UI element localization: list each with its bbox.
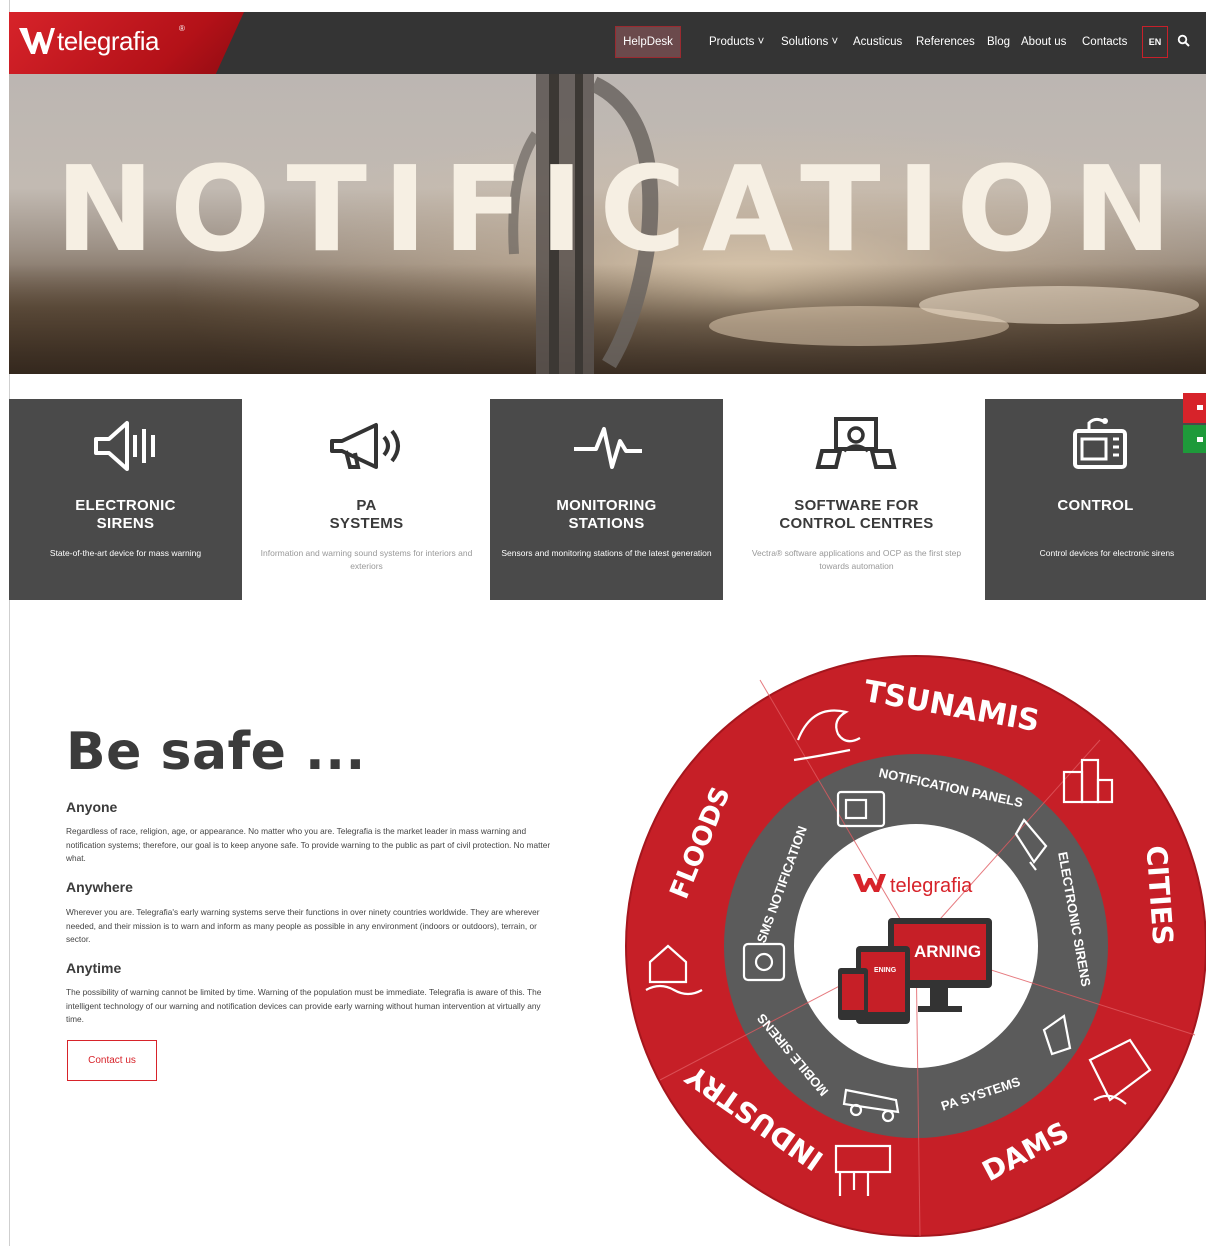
center-small-screen-text: ENING: [874, 967, 897, 974]
center-screen-text: ARNING: [914, 942, 981, 961]
warning-wheel-infographic: TSUNAMIS CITIES DAMS INDUSTRY FLOODS NOT…: [625, 655, 1206, 1237]
center-logo-text: telegrafia: [890, 875, 973, 897]
wheel-outer-label-cities: CITIES: [1140, 844, 1180, 946]
